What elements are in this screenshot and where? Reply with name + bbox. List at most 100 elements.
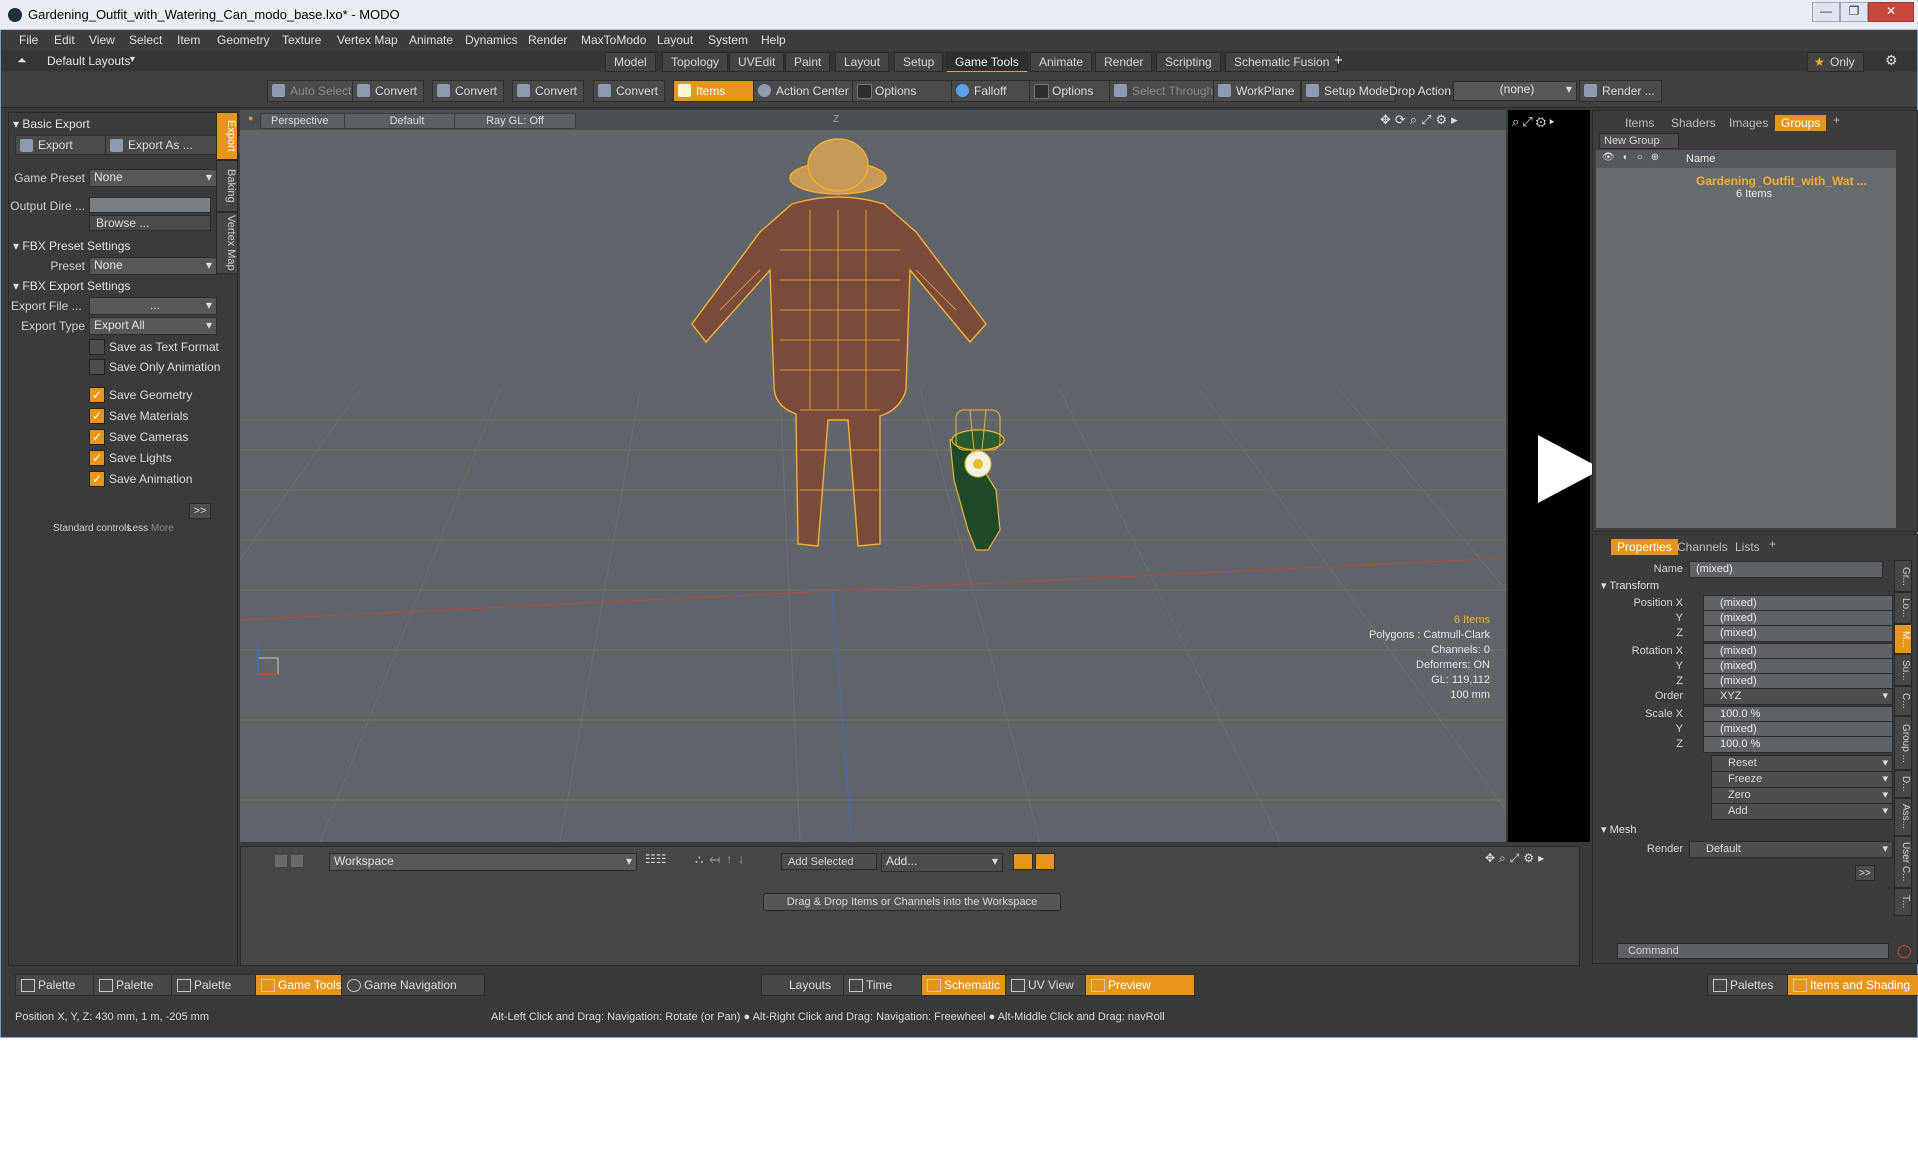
new-group-button[interactable]: New Group [1599, 133, 1679, 149]
drop-action-dropdown[interactable]: (none) [1453, 81, 1577, 101]
tab-channels[interactable]: Channels [1671, 539, 1734, 555]
save-text-format-checkbox[interactable] [89, 339, 105, 355]
transform-header[interactable]: ▾ Transform [1601, 579, 1659, 595]
menu-maxtomodo[interactable]: MaxToModo [581, 33, 646, 47]
add-dropdown[interactable]: Add [1711, 803, 1893, 820]
raygl-toggle[interactable]: Ray GL: Off [454, 113, 576, 129]
more-link[interactable]: More [151, 523, 174, 534]
name-field[interactable]: (mixed) [1689, 561, 1883, 578]
auto-select-button[interactable]: Auto Select [267, 80, 359, 102]
preview-panel[interactable]: ⌕⤢⚙▸ [1508, 110, 1602, 842]
tab-game-tools[interactable]: Game Tools [946, 52, 1028, 73]
tab-groups[interactable]: Groups [1775, 115, 1827, 131]
menu-render[interactable]: Render [528, 33, 567, 47]
action-center-button[interactable]: Action Center [753, 80, 856, 102]
workspace-orange-toggle-2[interactable] [1035, 853, 1055, 870]
export-file-dropdown[interactable]: ... [89, 297, 217, 315]
output-dir-field[interactable] [89, 197, 211, 213]
tab-paint[interactable]: Paint [785, 52, 831, 72]
tab-images[interactable]: Images [1723, 115, 1774, 131]
side-tab-t[interactable]: T... [1894, 888, 1912, 916]
workspace-orange-toggle-1[interactable] [1013, 853, 1033, 870]
preview-tools-icons[interactable]: ⌕⤢⚙▸ [1512, 114, 1557, 130]
select-through-button[interactable]: Select Through [1109, 80, 1221, 102]
add-selected-button[interactable]: Add Selected [781, 853, 877, 870]
side-tab-lo[interactable]: Lo... [1894, 592, 1912, 624]
save-only-animation-checkbox[interactable] [89, 359, 105, 375]
add-tab-icon[interactable]: + [1334, 52, 1343, 69]
side-tab-c[interactable]: C... [1894, 686, 1912, 716]
freeze-dropdown[interactable]: Freeze [1711, 771, 1893, 788]
menu-file[interactable]: File [19, 33, 38, 47]
viewport-menu-icon[interactable]: ● [248, 113, 253, 123]
menu-view[interactable]: View [89, 33, 115, 47]
side-tab-export[interactable]: Export [216, 112, 238, 160]
tab-scripting[interactable]: Scripting [1156, 52, 1221, 72]
tab-shaders[interactable]: Shaders [1665, 115, 1722, 131]
add-tab-icon[interactable]: + [1833, 113, 1840, 127]
save-animation-checkbox[interactable]: ✓ [89, 471, 105, 487]
scale-z-field[interactable]: 100.0 % [1703, 736, 1893, 753]
save-materials-checkbox[interactable]: ✓ [89, 408, 105, 424]
tab-lists[interactable]: Lists [1729, 539, 1766, 555]
order-dropdown[interactable]: XYZ [1703, 688, 1893, 705]
tab-items[interactable]: Items [1619, 115, 1660, 131]
schematic-workspace[interactable]: Workspace ☷☷ ⛬↤↑↓ Add Selected Add... ✥⌕… [240, 846, 1580, 966]
side-tab-su[interactable]: Su... [1894, 654, 1912, 686]
arrange-icons[interactable]: ⛬↤↑↓ [695, 852, 750, 867]
tab-render[interactable]: Render [1095, 52, 1153, 72]
default-shading-dropdown[interactable]: Default [344, 113, 470, 129]
browse-button[interactable]: Browse ... [89, 215, 211, 231]
render-dropdown[interactable]: Default [1689, 841, 1893, 858]
side-tab-group[interactable]: Group ... [1894, 716, 1912, 770]
menu-system[interactable]: System [708, 33, 748, 47]
more-properties-button[interactable]: >> [1855, 865, 1875, 881]
convert-materials-button[interactable]: Convert [593, 80, 666, 102]
tab-setup[interactable]: Setup [894, 52, 944, 72]
less-link[interactable]: Less [127, 523, 148, 534]
tab-topology[interactable]: Topology [662, 52, 729, 72]
side-tab-vertex-map[interactable]: Vertex Map [216, 212, 238, 274]
tab-properties[interactable]: Properties [1611, 539, 1678, 555]
render-button[interactable]: Render ... [1579, 80, 1662, 102]
menu-animate[interactable]: Animate [409, 33, 453, 47]
menu-texture[interactable]: Texture [282, 33, 321, 47]
items-and-shading-tab[interactable]: Items and Shading [1787, 974, 1918, 996]
save-lights-checkbox[interactable]: ✓ [89, 450, 105, 466]
workspace-dropdown[interactable]: Workspace [329, 853, 637, 871]
export-type-dropdown[interactable]: Export All [89, 317, 217, 335]
side-tab-baking[interactable]: Baking [216, 160, 238, 212]
close-button[interactable]: ✕ [1868, 2, 1914, 22]
only-button[interactable]: ★ Only [1807, 52, 1864, 72]
side-tab-user-c[interactable]: User C... [1894, 836, 1912, 888]
game-preset-dropdown[interactable]: None [89, 169, 217, 187]
menu-help[interactable]: Help [761, 33, 786, 47]
preset-dropdown[interactable]: None [89, 257, 217, 275]
command-record-icon[interactable]: ◯ [1897, 943, 1912, 959]
menu-select[interactable]: Select [129, 33, 162, 47]
workspace-tool-icon[interactable] [275, 855, 287, 867]
convert-vertices-button[interactable]: Convert [352, 80, 425, 102]
setup-mode-button[interactable]: Setup Mode [1301, 80, 1396, 102]
side-tab-m[interactable]: M... [1894, 624, 1912, 654]
save-cameras-checkbox[interactable]: ✓ [89, 429, 105, 445]
menu-geometry[interactable]: Geometry [217, 33, 270, 47]
position-z-field[interactable]: (mixed) [1703, 625, 1893, 642]
basic-export-header[interactable]: ▾ Basic Export [13, 117, 90, 133]
save-geometry-checkbox[interactable]: ✓ [89, 387, 105, 403]
minimize-button[interactable]: — [1812, 2, 1840, 22]
workplane-button[interactable]: WorkPlane [1213, 80, 1302, 102]
side-tab-gr[interactable]: Gr... [1894, 560, 1912, 592]
side-tab-d[interactable]: D... [1894, 770, 1912, 798]
default-layouts-dropdown[interactable]: Default Layouts [47, 54, 130, 68]
mesh-header[interactable]: ▾ Mesh [1601, 823, 1636, 839]
tab-layout[interactable]: Layout [835, 52, 890, 72]
tab-schematic-fusion[interactable]: Schematic Fusion [1225, 52, 1339, 72]
zero-dropdown[interactable]: Zero [1711, 787, 1893, 804]
fbx-preset-header[interactable]: ▾ FBX Preset Settings [13, 239, 130, 255]
3d-viewport[interactable]: 6 Items Polygons : Catmull-Clark Channel… [240, 110, 1506, 842]
menu-item[interactable]: Item [177, 33, 200, 47]
convert-polygons-button[interactable]: Convert [512, 80, 585, 102]
group-row[interactable]: Gardening_Outfit_with_Wat ... 6 Items [1596, 170, 1896, 202]
layout-grid-icon[interactable]: ☷☷ [645, 852, 667, 866]
